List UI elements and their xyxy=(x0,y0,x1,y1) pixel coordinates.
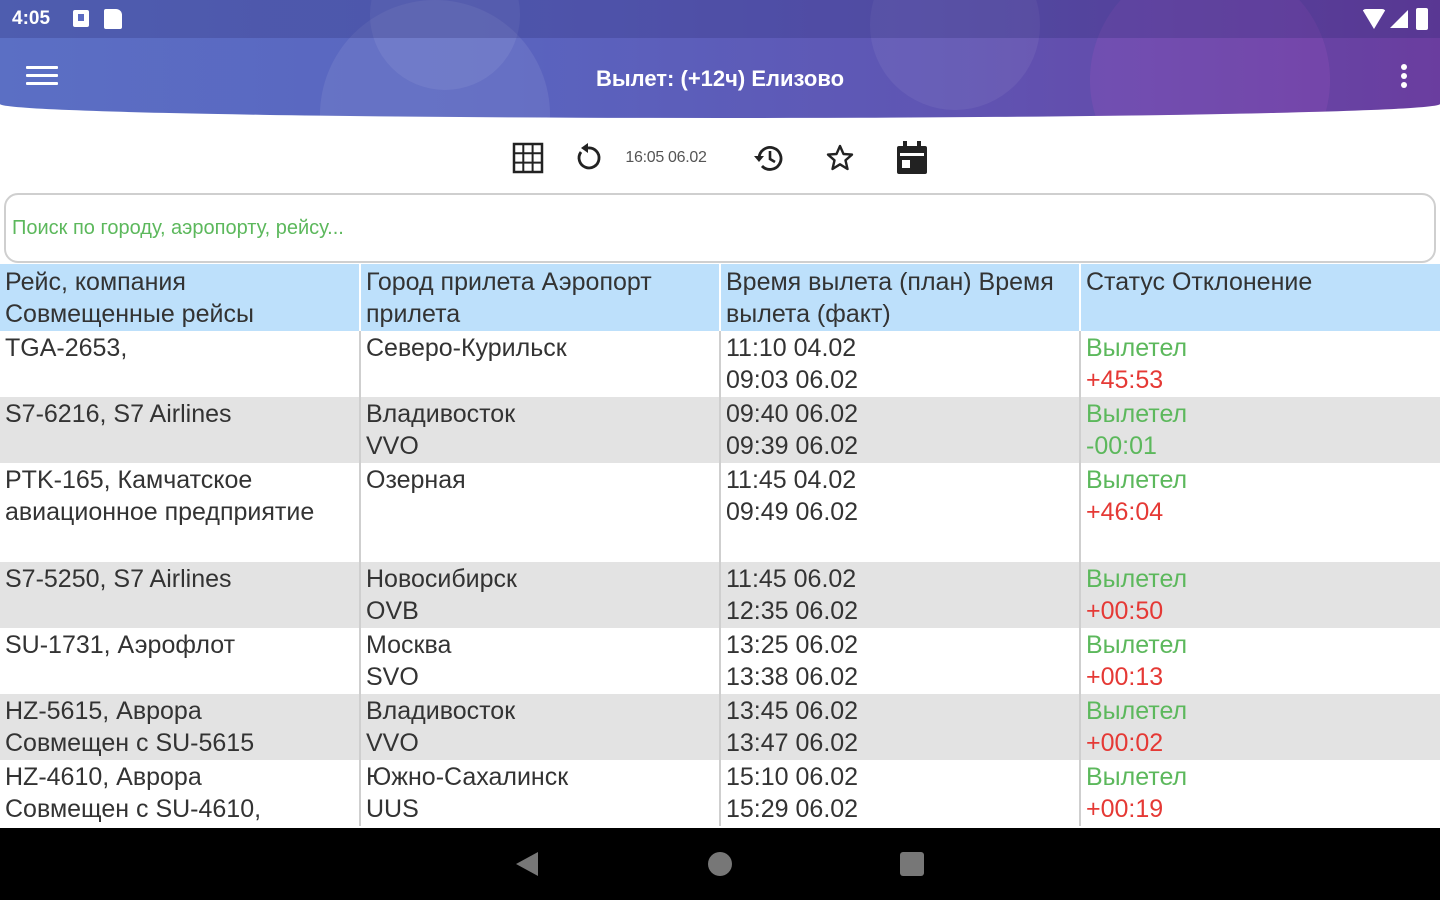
last-update-time: 16:05 06.02 xyxy=(625,149,707,166)
flight-cell: S7-6216, S7 Airlines xyxy=(0,397,361,463)
more-options-icon[interactable] xyxy=(1394,64,1414,94)
system-nav-bar xyxy=(0,828,1440,900)
toolbar: 16:05 06.02 xyxy=(0,134,1440,182)
departure-time-cell: 11:45 04.02 09:49 06.02 xyxy=(720,463,1081,562)
table-row[interactable]: SU-1731, Аэрофлот Москва SVO 13:25 06.02 13:… xyxy=(0,628,1440,694)
column-header-flight[interactable]: Рейс, компания Совмещенные рейсы xyxy=(0,264,361,331)
table-row[interactable]: HZ-4610, Аврора Совмещен с SU-4610, Южно-С… xyxy=(0,760,1440,826)
status-cell: Вылетел +00:19 xyxy=(1086,763,1188,823)
status-cell: Вылетел +45:53 xyxy=(1086,334,1188,394)
table-row[interactable]: HZ-5615, Аврора Совмещен с SU-5615 Владиво… xyxy=(0,694,1440,760)
notification-icon xyxy=(73,10,89,27)
star-icon[interactable] xyxy=(822,138,858,178)
table-row[interactable]: TGA-2653, Северо-Курильск 11:10 04.02 09:03… xyxy=(0,331,1440,397)
flight-cell: S7-5250, S7 Airlines xyxy=(0,562,361,628)
destination-cell: Москва SVO xyxy=(360,628,721,694)
departure-time-cell: 11:45 06.02 12:35 06.02 xyxy=(720,562,1081,628)
wifi-icon xyxy=(1362,9,1386,29)
destination-cell: Северо-Курильск xyxy=(360,331,721,397)
destination-cell: Владивосток VVO xyxy=(360,694,721,760)
status-bar: 4:05 xyxy=(0,0,1440,38)
table-header-row: Рейс, компания Совмещенные рейсы Город п… xyxy=(0,264,1440,331)
status-cell: Вылетел +00:13 xyxy=(1086,631,1188,691)
column-header-city[interactable]: Город прилета Аэропорт прилета xyxy=(360,264,721,331)
status-indicators xyxy=(1362,8,1428,30)
calendar-icon[interactable] xyxy=(893,138,931,178)
grid-icon[interactable] xyxy=(508,138,548,178)
signal-icon xyxy=(1390,10,1408,28)
flight-cell: PTK-165, Камчатское авиационное предприят… xyxy=(0,463,361,562)
page-title: Вылет: (+12ч) Елизово xyxy=(595,66,845,91)
flight-cell: HZ-5615, Аврора Совмещен с SU-5615 xyxy=(0,694,361,760)
search-field[interactable] xyxy=(4,193,1436,263)
table-row[interactable]: PTK-165, Камчатское авиационное предприят… xyxy=(0,463,1440,562)
status-cell: Вылетел +46:04 xyxy=(1086,466,1188,526)
status-time: 4:05 xyxy=(12,8,51,29)
sd-card-icon xyxy=(104,9,122,29)
destination-cell: Владивосток VVO xyxy=(360,397,721,463)
refresh-icon[interactable] xyxy=(570,138,606,178)
app-header: 4:05 Вылет: (+12ч) Елизово xyxy=(0,0,1440,118)
departure-time-cell: 11:10 04.02 09:03 06.02 xyxy=(720,331,1081,397)
column-header-status[interactable]: Статус Отклонение xyxy=(1080,264,1440,331)
departure-time-cell: 13:45 06.02 13:47 06.02 xyxy=(720,694,1081,760)
search-input[interactable] xyxy=(6,195,1434,261)
destination-cell: Озерная xyxy=(360,463,721,562)
battery-icon xyxy=(1416,8,1428,30)
table-row[interactable]: S7-6216, S7 Airlines Владивосток VVO 09:40 … xyxy=(0,397,1440,463)
back-icon[interactable] xyxy=(516,852,538,876)
history-icon[interactable] xyxy=(750,138,788,178)
status-cell: Вылетел -00:01 xyxy=(1080,397,1440,463)
home-icon[interactable] xyxy=(708,852,732,876)
column-header-time[interactable]: Время вылета (план) Время вылета (факт) xyxy=(720,264,1081,331)
destination-cell: Новосибирск OVB xyxy=(360,562,721,628)
departure-time-cell: 09:40 06.02 09:39 06.02 xyxy=(720,397,1081,463)
flight-cell: SU-1731, Аэрофлот xyxy=(0,628,361,694)
status-cell: Вылетел +00:02 xyxy=(1080,694,1440,760)
flights-table: Рейс, компания Совмещенные рейсы Город п… xyxy=(0,264,1440,826)
departure-time-cell: 15:10 06.02 15:29 06.02 xyxy=(720,760,1081,826)
recents-icon[interactable] xyxy=(900,852,924,876)
status-cell: Вылетел +00:50 xyxy=(1080,562,1440,628)
flight-cell: HZ-4610, Аврора Совмещен с SU-4610, xyxy=(0,760,361,826)
destination-cell: Южно-Сахалинск UUS xyxy=(360,760,721,826)
departure-time-cell: 13:25 06.02 13:38 06.02 xyxy=(720,628,1081,694)
table-row[interactable]: S7-5250, S7 Airlines Новосибирск OVB 11:45 … xyxy=(0,562,1440,628)
flight-cell: TGA-2653, xyxy=(0,331,361,397)
